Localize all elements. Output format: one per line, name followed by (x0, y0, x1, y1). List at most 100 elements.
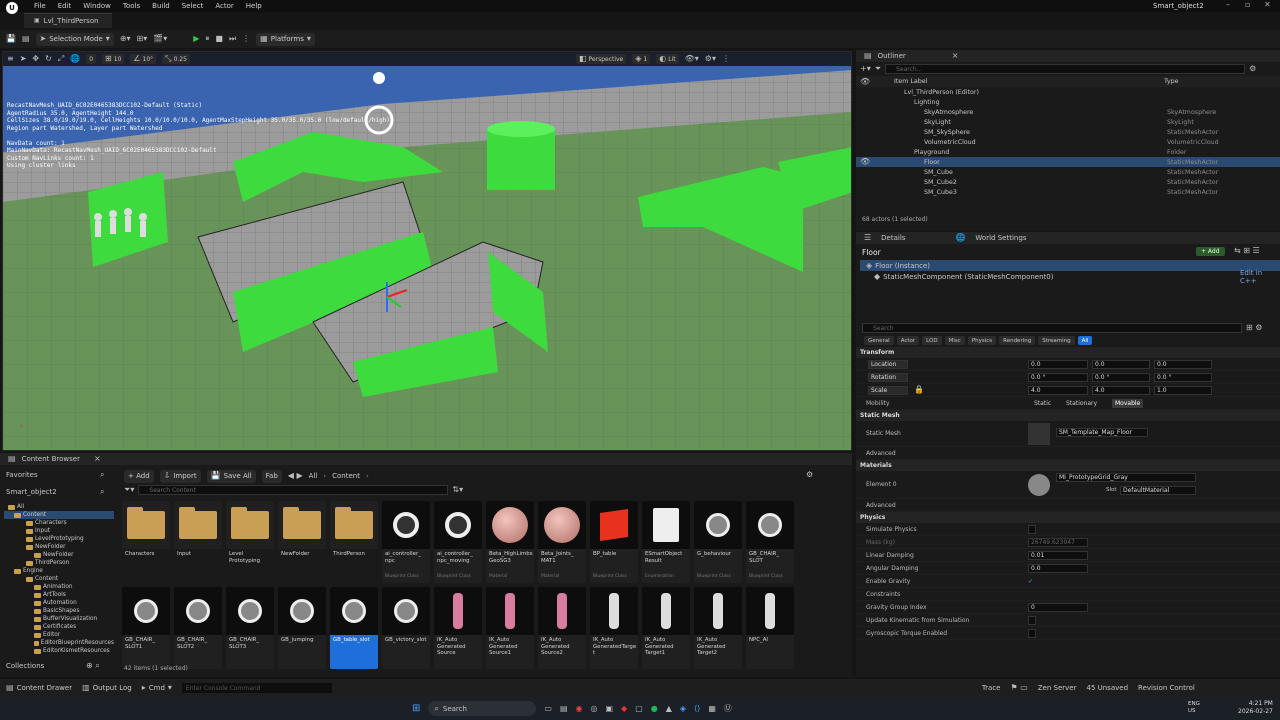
location-dropdown[interactable]: Location (868, 359, 908, 369)
hamburger-icon[interactable]: ≡ (7, 55, 14, 63)
browse-icon[interactable]: ▤ (22, 35, 30, 43)
asset-tile[interactable]: IK_Auto Generated Source1 (486, 587, 534, 669)
scale-y[interactable]: 4.0 (1092, 385, 1150, 395)
static-mesh-section[interactable]: Static Mesh (856, 410, 1280, 421)
unreal-taskbar-icon[interactable]: Ⓤ (724, 704, 732, 713)
actor-name[interactable]: Floor (862, 248, 881, 257)
outliner-row[interactable]: SM_Cube2 StaticMeshActor (856, 177, 1280, 187)
outliner-row[interactable]: SkyAtmosphere SkyAtmosphere (856, 107, 1280, 117)
path-all[interactable]: All (309, 472, 318, 480)
asset-tile[interactable]: ThirdPerson (330, 501, 378, 583)
tree-item[interactable]: All (4, 503, 114, 511)
rotation-snap-button[interactable]: ∠ 10° (130, 54, 157, 64)
app-icon-3[interactable]: ◆ (621, 704, 627, 713)
save-all-button[interactable]: 💾 Save All (206, 469, 256, 483)
materials-section[interactable]: Materials (856, 460, 1280, 471)
perspective-button[interactable]: ◧ Perspective (575, 54, 627, 64)
tree-item[interactable]: Content (4, 511, 114, 519)
play-icon[interactable]: ▶ (193, 35, 199, 43)
app-icon-2[interactable]: ▣ (605, 704, 613, 713)
filter-misc[interactable]: Misc (944, 336, 965, 345)
scale-x[interactable]: 4.0 (1028, 385, 1088, 395)
asset-tile[interactable]: GB_CHAIR_ SLOT Blueprint Class (746, 501, 794, 583)
col-item-label[interactable]: Item Label (894, 78, 927, 85)
asset-tile[interactable]: NPC_AI (746, 587, 794, 669)
back-icon[interactable]: ◀ ▶ (288, 472, 303, 480)
advanced-row-1[interactable]: Advanced (856, 447, 1280, 460)
tree-item[interactable]: Characters (4, 519, 114, 527)
settings-icon[interactable]: ⚙ (806, 471, 813, 479)
component-row[interactable]: ◆ StaticMeshComponent (StaticMeshComponen… (856, 269, 1280, 285)
rotation-z[interactable]: 0.0 ° (1154, 372, 1212, 382)
menu-actor[interactable]: Actor (215, 2, 233, 10)
grid-snap-button[interactable]: ⊞ 10 (102, 54, 125, 64)
sort-icon[interactable]: ⇅▾ (452, 486, 463, 494)
asset-tile[interactable]: GB_table_slot (330, 587, 378, 669)
project-root-row[interactable]: Smart_object2 (6, 488, 57, 496)
outliner-search-input[interactable]: Search... (885, 64, 1246, 74)
outliner-row[interactable]: SM_Cube3 StaticMeshActor (856, 187, 1280, 197)
viewport-options-icon[interactable]: ⋮ (722, 55, 730, 63)
asset-tile[interactable]: IK_Auto Generated Target1 (642, 587, 690, 669)
add-collection-icon[interactable]: ⊕ ⌕ (86, 662, 100, 670)
rotation-dropdown[interactable]: Rotation (868, 372, 908, 382)
details-search-input[interactable]: Search (862, 323, 1242, 333)
grid-view-icon[interactable]: ⊞ ⚙ (1246, 324, 1262, 332)
outliner-row[interactable]: VolumetricCloud VolumetricCloud (856, 137, 1280, 147)
transform-section[interactable]: Transform (856, 347, 1280, 358)
settings-icon[interactable]: ⚙ (1249, 65, 1256, 73)
outliner-row[interactable]: Lvl_ThirdPerson (Editor) (856, 87, 1280, 97)
tree-item[interactable]: EditorBlueprintResources (4, 639, 114, 647)
close-window-icon[interactable]: ✕ (1264, 0, 1271, 9)
angular-damping-input[interactable]: 0.0 (1028, 563, 1088, 573)
menu-edit[interactable]: Edit (58, 2, 72, 10)
show-flags-icon[interactable]: 👁▾ (685, 55, 699, 63)
col-type[interactable]: Type (1164, 78, 1178, 85)
gravity-checkbox[interactable]: ✓ (1028, 578, 1033, 585)
outliner-row[interactable]: Lighting (856, 97, 1280, 107)
filter-lod[interactable]: LOD (922, 336, 942, 345)
level-viewport[interactable]: ⟂ ≡ ➤ ✥ ↻ ⤢ 🌐 0 ⊞ 10 ∠ 10° ⤡ 0.25 ◧ Perspect… (2, 51, 852, 451)
chrome-icon[interactable]: ◉ (576, 704, 583, 713)
menu-build[interactable]: Build (152, 2, 170, 10)
tree-item[interactable]: ArtTools (4, 591, 114, 599)
tree-item[interactable]: Automation (4, 599, 114, 607)
mobility-movable[interactable]: Movable (1112, 398, 1144, 408)
tree-item[interactable]: BufferVisualization (4, 615, 114, 623)
asset-tile[interactable]: GB_victory_slot (382, 587, 430, 669)
asset-tile[interactable]: IK_Auto Generated Source2 (538, 587, 586, 669)
asset-tile[interactable]: IK_Auto GeneratedTarget (590, 587, 638, 669)
unreal-logo-icon[interactable]: U (6, 2, 18, 14)
ggi-input[interactable]: 0 (1028, 602, 1088, 612)
filter-icon[interactable]: ⏷▾ (124, 486, 134, 494)
derived-data-icon[interactable]: ⚑ ▭ (1010, 684, 1027, 692)
outliner-tab[interactable]: ▤ Outliner × (856, 50, 1280, 62)
asset-tile[interactable]: Beta_Joints_ MAT1 Material (538, 501, 586, 583)
scale-snap-button[interactable]: ⤡ 0.25 (162, 54, 190, 64)
app-icon-4[interactable]: ▢ (635, 704, 643, 713)
scale-tool-icon[interactable]: ⤢ (58, 55, 64, 63)
tree-item[interactable]: NewFolder (4, 543, 114, 551)
language-indicator[interactable]: ENG US (1188, 701, 1200, 715)
outliner-row[interactable]: SM_SkySphere StaticMeshActor (856, 127, 1280, 137)
advanced-row-2[interactable]: Advanced (856, 499, 1280, 512)
scale-dropdown[interactable]: Scale (868, 385, 908, 395)
material-picker[interactable]: MI_PrototypeGrid_Gray (1056, 473, 1196, 482)
task-view-icon[interactable]: ▭ (544, 704, 552, 713)
app-icon[interactable]: ◎ (591, 704, 598, 713)
blueprint-options-icon[interactable]: ⇆ ⊞ ☰ (1234, 247, 1260, 255)
asset-tile[interactable]: Input (174, 501, 222, 583)
static-mesh-picker[interactable]: SM_Template_Map_Floor (1056, 428, 1148, 437)
tree-item[interactable]: NewFolder (4, 551, 114, 559)
file-explorer-icon[interactable]: ▤ (560, 704, 568, 713)
constraints-row[interactable]: Constraints (856, 588, 1280, 601)
tree-item[interactable]: ThirdPerson (4, 559, 114, 567)
filter-actor[interactable]: Actor (896, 336, 920, 345)
tree-item[interactable]: LevelPrototyping (4, 535, 114, 543)
asset-tile[interactable]: IK_Auto Generated Source (434, 587, 482, 669)
asset-tile[interactable]: ai_controller_ npc_moving Blueprint Class (434, 501, 482, 583)
level-tab[interactable]: ▣ Lvl_ThirdPerson (24, 13, 112, 28)
asset-tile[interactable]: GB_jumping (278, 587, 326, 669)
cinematics-icon[interactable]: 🎬▾ (153, 35, 167, 43)
close-tab-icon[interactable]: × (94, 455, 101, 463)
